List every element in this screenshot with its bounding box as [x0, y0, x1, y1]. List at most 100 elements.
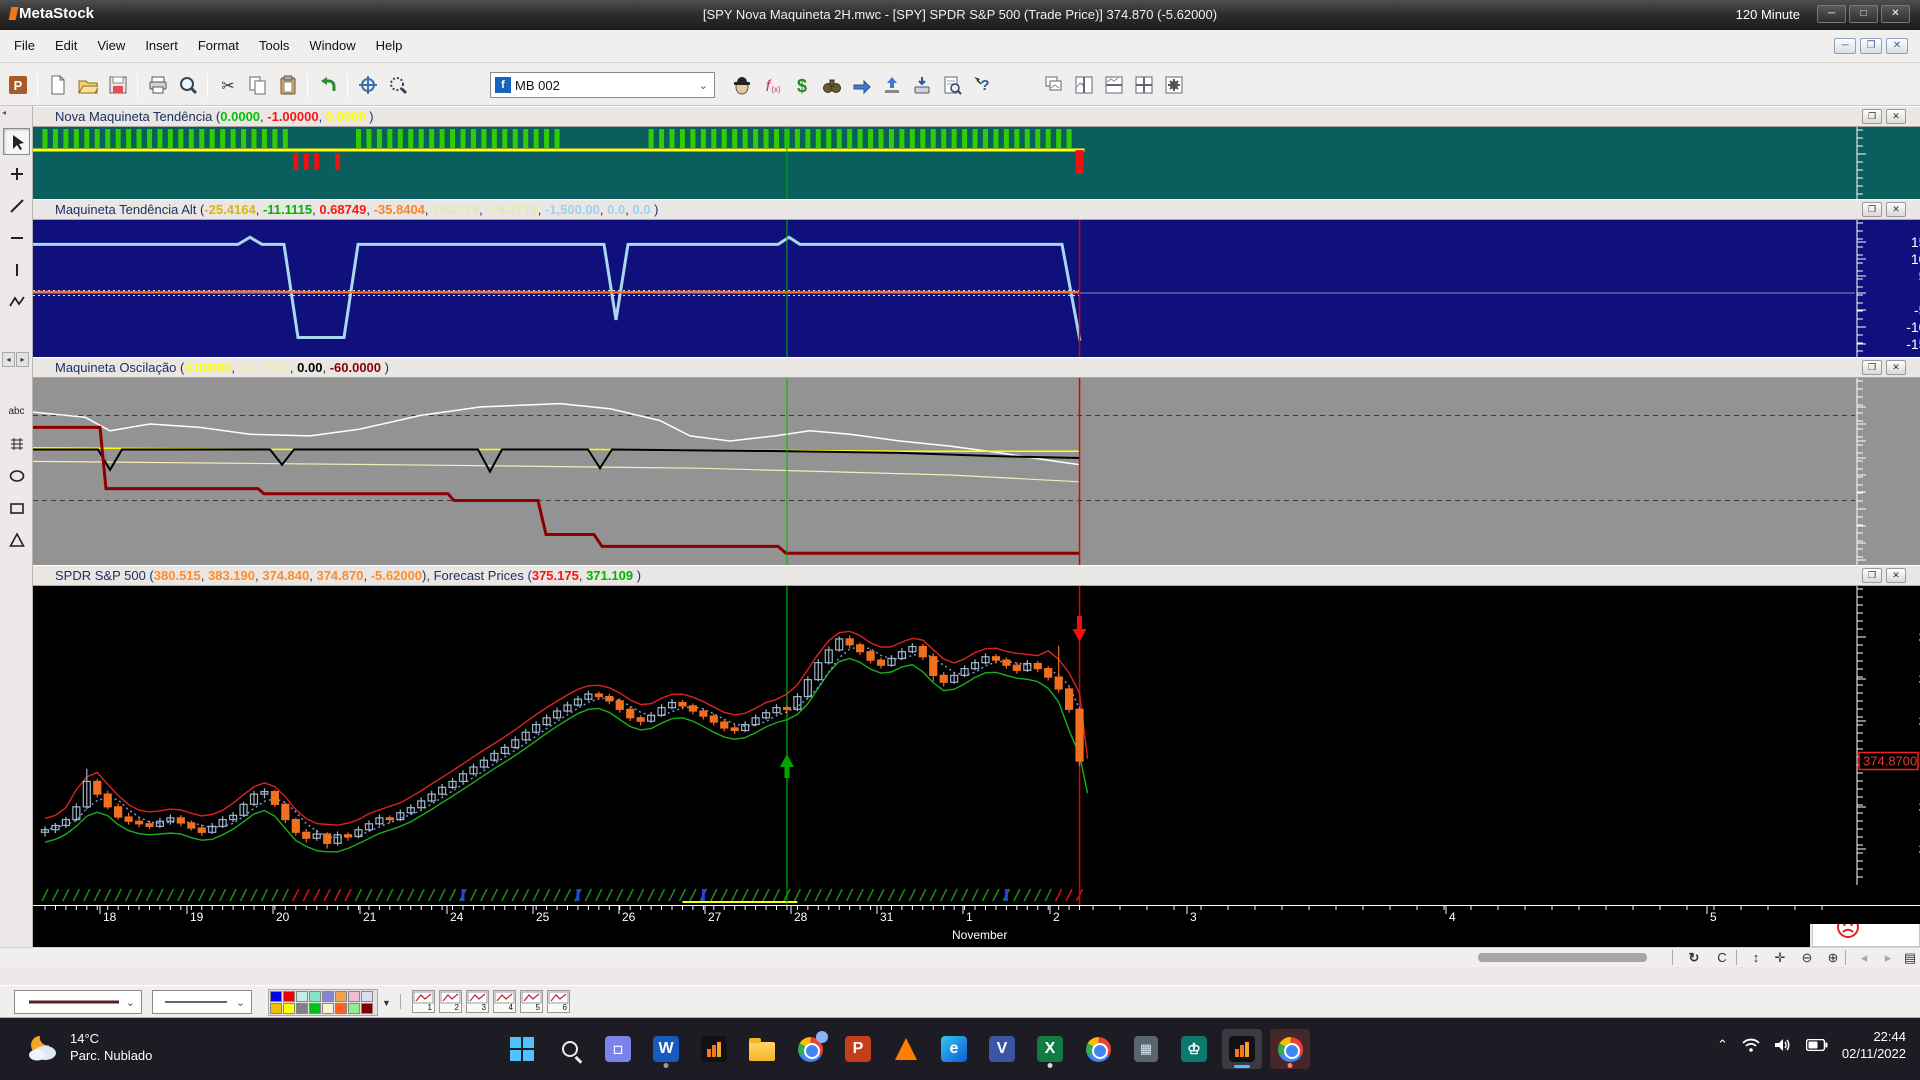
triangle-tool[interactable]	[3, 526, 30, 553]
volume-icon[interactable]	[1774, 1038, 1792, 1052]
horizontal-scrollbar[interactable]	[1478, 953, 1647, 962]
explorer-binoculars-button[interactable]	[818, 72, 845, 99]
expert-advisor-button[interactable]	[728, 72, 755, 99]
page-right-button[interactable]: ▸	[1876, 948, 1900, 967]
indicator-builder-button[interactable]: f(x)	[758, 72, 785, 99]
maximize-button[interactable]: □	[1849, 5, 1878, 23]
paste-button[interactable]	[274, 72, 301, 99]
palette-color-14[interactable]	[335, 1003, 347, 1014]
chart-template-5-button[interactable]: 5	[520, 990, 543, 1013]
hidden-icons-chevron[interactable]: ⌃	[1717, 1037, 1728, 1053]
menu-format[interactable]: Format	[188, 30, 249, 53]
doc-minimize-button[interactable]: ─	[1834, 38, 1856, 54]
copy-button[interactable]	[244, 72, 271, 99]
palette-color-4[interactable]	[309, 991, 321, 1002]
downloader-button[interactable]	[908, 72, 935, 99]
horizontal-line-tool[interactable]	[3, 224, 30, 251]
menu-tools[interactable]: Tools	[249, 30, 299, 53]
collapse-sidebar-button[interactable]: ◂	[2, 108, 14, 120]
save-chart-button[interactable]	[104, 72, 131, 99]
menu-view[interactable]: View	[87, 30, 135, 53]
ellipse-tool[interactable]	[3, 462, 30, 489]
new-chart-button[interactable]	[44, 72, 71, 99]
panel-restore-button[interactable]: ❐	[1862, 360, 1882, 375]
taskbar-file-explorer[interactable]	[742, 1029, 782, 1069]
palette-color-5[interactable]	[322, 991, 334, 1002]
taskbar-visio[interactable]: V	[982, 1029, 1022, 1069]
chart-template-2-button[interactable]: 2	[439, 990, 462, 1013]
crosshair-tool[interactable]	[3, 160, 30, 187]
palette-color-2[interactable]	[283, 991, 295, 1002]
line-weight-combo[interactable]: ⌄	[152, 990, 252, 1014]
page-left-button[interactable]: ◂	[1852, 948, 1876, 967]
wifi-icon[interactable]	[1742, 1038, 1760, 1052]
print-button[interactable]	[144, 72, 171, 99]
taskbar-chat[interactable]: ◻	[598, 1029, 638, 1069]
upload-layout-button[interactable]	[878, 72, 905, 99]
zoom-preview-button[interactable]	[174, 72, 201, 99]
panel-body-spdr-sp500[interactable]: 390385380370365374.8700	[33, 586, 1920, 885]
scroll-right-button[interactable]: ▸	[16, 352, 29, 367]
menu-window[interactable]: Window	[299, 30, 365, 53]
date-axis[interactable]: 1819202124252627283112345	[33, 905, 1920, 924]
vertical-line-tool[interactable]	[3, 256, 30, 283]
taskbar-chrome[interactable]	[1078, 1029, 1118, 1069]
panel-restore-button[interactable]: ❐	[1862, 202, 1882, 217]
menu-file[interactable]: File	[4, 30, 45, 53]
battery-icon[interactable]	[1806, 1039, 1828, 1051]
taskbar-metastock-active[interactable]	[1222, 1029, 1262, 1069]
rectangle-tool[interactable]	[3, 494, 30, 521]
panel-body-maquineta-oscilacao[interactable]: 3020100-10-20-30-40-50-60	[33, 378, 1920, 565]
taskbar-word[interactable]: W	[646, 1029, 686, 1069]
trendline-tool[interactable]	[3, 192, 30, 219]
scroll-left-button[interactable]: ◂	[2, 352, 15, 367]
palette-color-3[interactable]	[296, 991, 308, 1002]
forecaster-arrow-button[interactable]	[848, 72, 875, 99]
menu-edit[interactable]: Edit	[45, 30, 87, 53]
panel-close-button[interactable]: ✕	[1886, 360, 1906, 375]
polyline-tool[interactable]	[3, 288, 30, 315]
panel-close-button[interactable]: ✕	[1886, 568, 1906, 583]
taskbar-chrome-active[interactable]	[1270, 1029, 1310, 1069]
tile-grid-button[interactable]	[1130, 72, 1157, 99]
panel-close-button[interactable]: ✕	[1886, 109, 1906, 124]
panel-restore-button[interactable]: ❐	[1862, 568, 1882, 583]
fibonacci-grid-tool[interactable]	[3, 430, 30, 457]
palette-color-11[interactable]	[296, 1003, 308, 1014]
palette-color-7[interactable]	[348, 991, 360, 1002]
palette-color-12[interactable]	[309, 1003, 321, 1014]
taskbar-excel[interactable]: X	[1030, 1029, 1070, 1069]
chart-template-4-button[interactable]: 4	[493, 990, 516, 1013]
cut-button[interactable]: ✂	[214, 72, 241, 99]
zoom-window-button[interactable]	[384, 72, 411, 99]
taskbar-edge[interactable]: e	[934, 1029, 974, 1069]
cascade-windows-button[interactable]	[1040, 72, 1067, 99]
chart-template-6-button[interactable]: 6	[547, 990, 570, 1013]
doc-restore-button[interactable]: ❐	[1860, 38, 1882, 54]
layout-combo[interactable]: f MB 002 ⌄	[490, 72, 715, 98]
zoom-in-button[interactable]: ⊕	[1821, 948, 1845, 967]
palette-color-16[interactable]	[361, 1003, 373, 1014]
workspace-options-button[interactable]	[1160, 72, 1187, 99]
minimize-button[interactable]: ─	[1817, 5, 1846, 23]
palette-color-6[interactable]	[335, 991, 347, 1002]
palette-color-13[interactable]	[322, 1003, 334, 1014]
taskbar-metastock[interactable]	[694, 1029, 734, 1069]
data-window-button[interactable]: ▤	[1898, 948, 1920, 967]
line-style-combo[interactable]: ⌄	[14, 990, 142, 1014]
indicator-quicklist-button[interactable]	[938, 72, 965, 99]
palette-color-9[interactable]	[270, 1003, 282, 1014]
menu-help[interactable]: Help	[366, 30, 413, 53]
chart-template-1-button[interactable]: 1	[412, 990, 435, 1013]
tile-horizontal-button[interactable]	[1100, 72, 1127, 99]
taskbar-search[interactable]	[550, 1029, 590, 1069]
open-chart-button[interactable]	[74, 72, 101, 99]
tile-vertical-button[interactable]	[1070, 72, 1097, 99]
palette-color-8[interactable]	[361, 991, 373, 1002]
zoom-out-button[interactable]: ⊖	[1795, 948, 1819, 967]
menu-insert[interactable]: Insert	[135, 30, 188, 53]
palette-color-15[interactable]	[348, 1003, 360, 1014]
palette-color-10[interactable]	[283, 1003, 295, 1014]
taskbar-start[interactable]	[502, 1029, 542, 1069]
vertical-fit-button[interactable]: ↕	[1744, 948, 1768, 967]
